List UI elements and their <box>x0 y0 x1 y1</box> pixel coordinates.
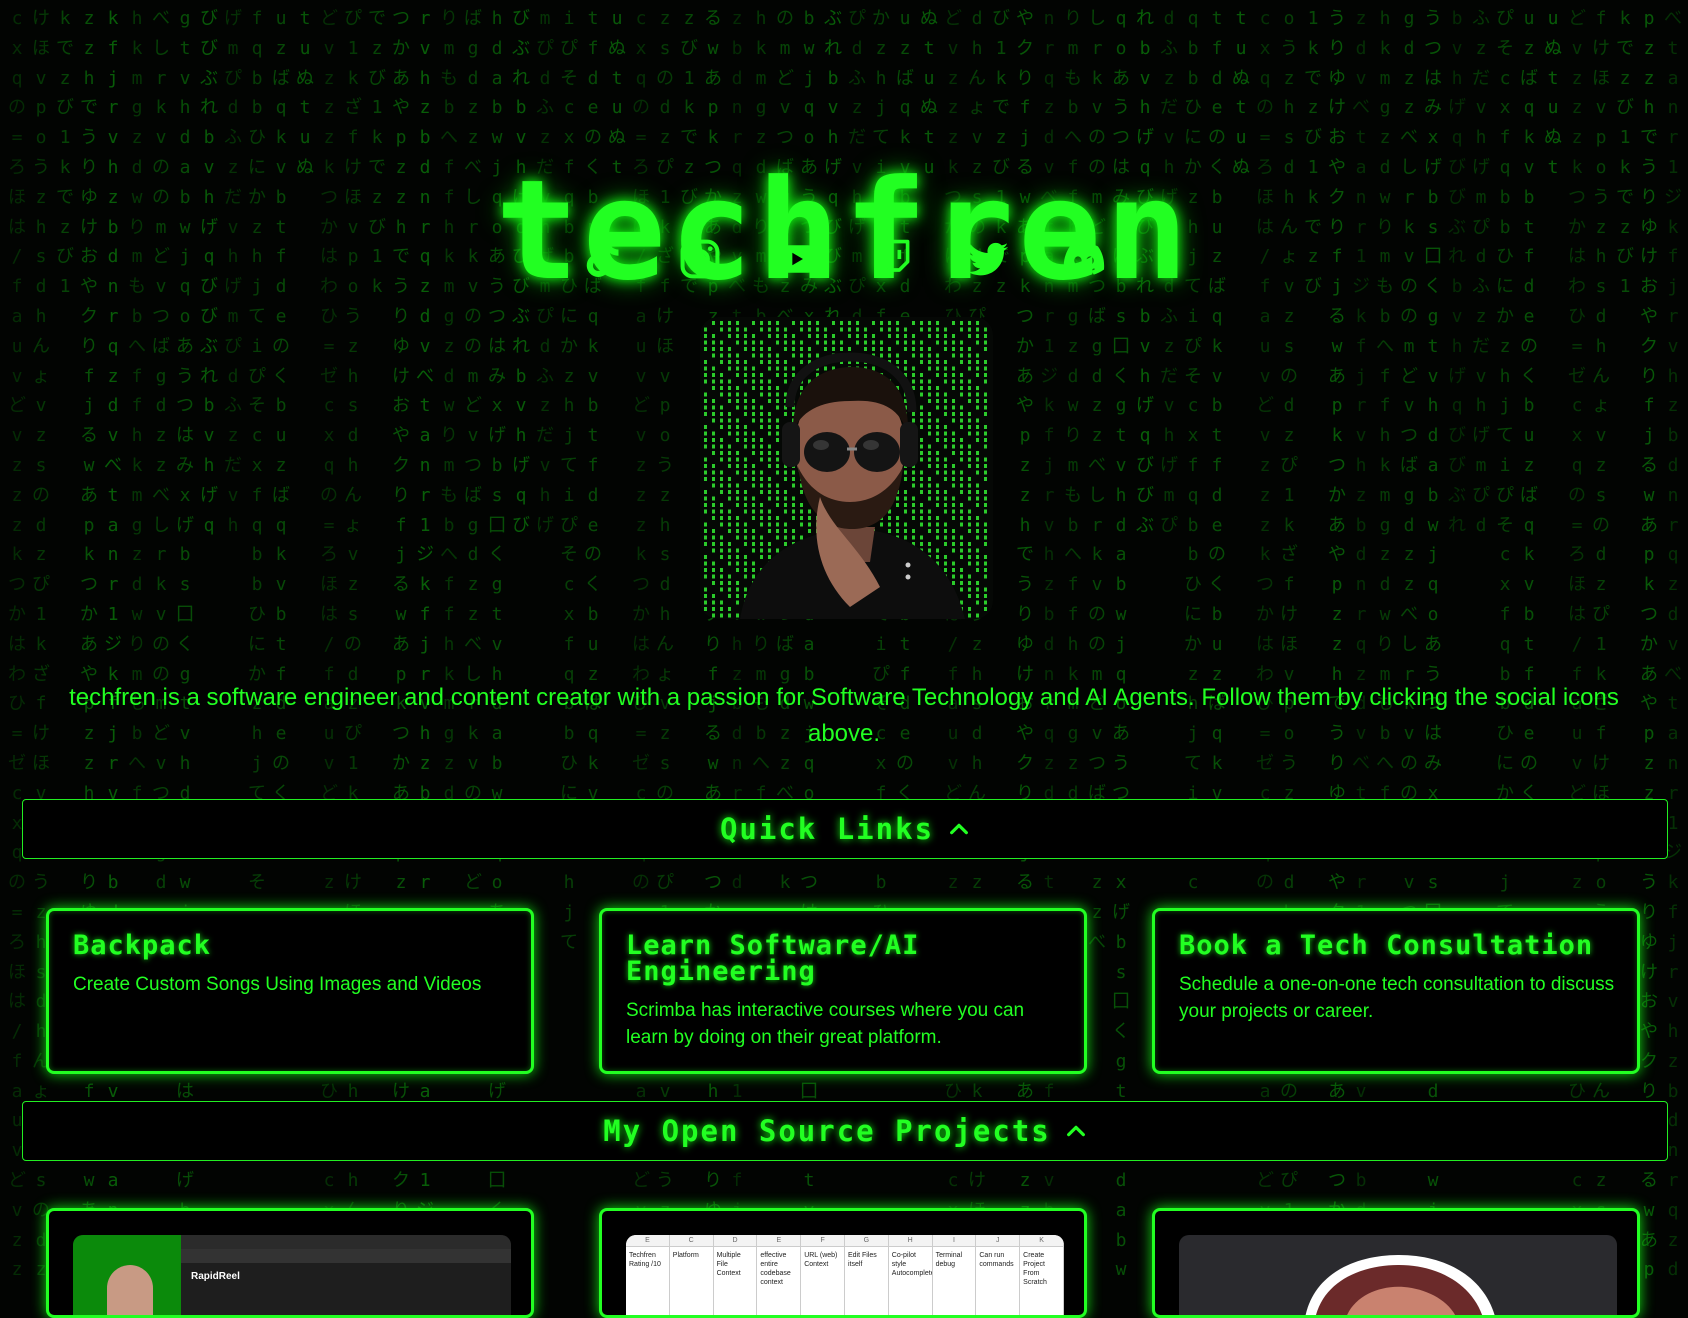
youtube-link[interactable] <box>773 236 819 282</box>
twitch-link[interactable] <box>869 236 915 282</box>
sheet-column: C Platform <box>669 1235 714 1315</box>
sheet-column: I Terminal debug <box>932 1235 977 1315</box>
tiktok-link[interactable] <box>581 236 627 282</box>
rain-column: t u ぬ t u ぬ <box>296 8 314 178</box>
projects-title: My Open Source Projects <box>603 1114 1051 1148</box>
card-title: Backpack <box>73 930 212 961</box>
sheet-column: E Techfren Rating /10 <box>626 1235 670 1315</box>
social-links <box>0 236 1688 284</box>
sheet-column-header: Create Project From Scratch <box>1023 1252 1047 1286</box>
project-card-ai-tools-comparison[interactable]: E Techfren Rating /10 C Platform D Multiple F… <box>599 1208 1087 1318</box>
project-illustration <box>1305 1255 1495 1315</box>
project-card-rapidreel[interactable]: RapidReel <box>46 1208 534 1318</box>
project-thumbnail <box>1179 1235 1617 1315</box>
sheet-column: G Edit Files itself <box>844 1235 889 1315</box>
youtube-icon <box>775 245 817 273</box>
project-card-3[interactable] <box>1152 1208 1640 1318</box>
sheet-column: D Multiple File Context <box>713 1235 758 1315</box>
project-thumbnail: RapidReel <box>73 1235 511 1315</box>
sheet-column-header: Techfren Rating /10 <box>629 1252 661 1268</box>
card-description: Create Custom Songs Using Images and Vid… <box>73 974 482 995</box>
bio-text: techfren is a software engineer and cont… <box>69 684 1619 747</box>
twitter-icon <box>967 242 1009 276</box>
sheet-column-header: Platform <box>672 1252 699 1259</box>
discord-link[interactable] <box>1061 236 1107 282</box>
avatar-image <box>700 317 993 619</box>
chevron-up-icon <box>948 818 970 840</box>
sheet-column: Eeffective entire codebase context <box>757 1235 802 1315</box>
sheet-column: J Can run commands <box>976 1235 1021 1315</box>
chevron-up-icon <box>1065 1120 1087 1142</box>
instagram-link[interactable] <box>677 236 723 282</box>
sheet-column: H Co-pilot style Autocomplete <box>888 1235 933 1315</box>
quick-link-backpack[interactable]: Backpack Create Custom Songs Using Image… <box>46 908 534 1074</box>
profile-avatar <box>700 317 993 619</box>
thumb-label: RapidReel <box>191 1271 240 1282</box>
sheet-column-header: Multiple File Context <box>716 1252 741 1277</box>
instagram-icon <box>680 239 720 279</box>
rain-column: u ぬ t u ぬ t <box>1544 8 1562 178</box>
project-thumbnail: E Techfren Rating /10 C Platform D Multiple F… <box>626 1235 1064 1315</box>
sheet-column: F URL (web) Context <box>801 1235 845 1315</box>
sheet-column-header: URL (web) Context <box>804 1252 838 1268</box>
rain-column: t u ぬ t u ぬ <box>1232 8 1250 178</box>
card-title: Learn Software/AI Engineering <box>626 930 920 987</box>
quick-links-title: Quick Links <box>719 812 935 846</box>
card-description: Schedule a one-on-one tech consultation … <box>1179 974 1615 1022</box>
card-title: Book a Tech Consultation <box>1179 930 1594 961</box>
card-description: Scrimba has interactive courses where yo… <box>626 1000 1025 1048</box>
sheet-column-header: Edit Files itself <box>847 1252 877 1268</box>
twitch-icon <box>876 239 910 278</box>
quick-link-learn-engineering[interactable]: Learn Software/AI Engineering Scrimba ha… <box>599 908 1087 1074</box>
tiktok-icon <box>586 240 619 277</box>
sheet-column-header: Co-pilot style Autocomplete <box>891 1252 933 1277</box>
sheet-column-header: Terminal debug <box>935 1252 963 1268</box>
sheet-column-header: Can run commands <box>979 1252 1014 1268</box>
quick-links-header[interactable]: Quick Links <box>22 799 1668 859</box>
quick-link-tech-consultation[interactable]: Book a Tech Consultation Schedule a one-… <box>1152 908 1640 1074</box>
twitter-link[interactable] <box>965 236 1011 282</box>
sheet-column-header: effective entire codebase context <box>760 1252 791 1286</box>
discord-icon <box>1063 243 1105 275</box>
sheet-column: K Create Project From Scratch <box>1020 1235 1064 1315</box>
projects-header[interactable]: My Open Source Projects <box>22 1101 1668 1161</box>
